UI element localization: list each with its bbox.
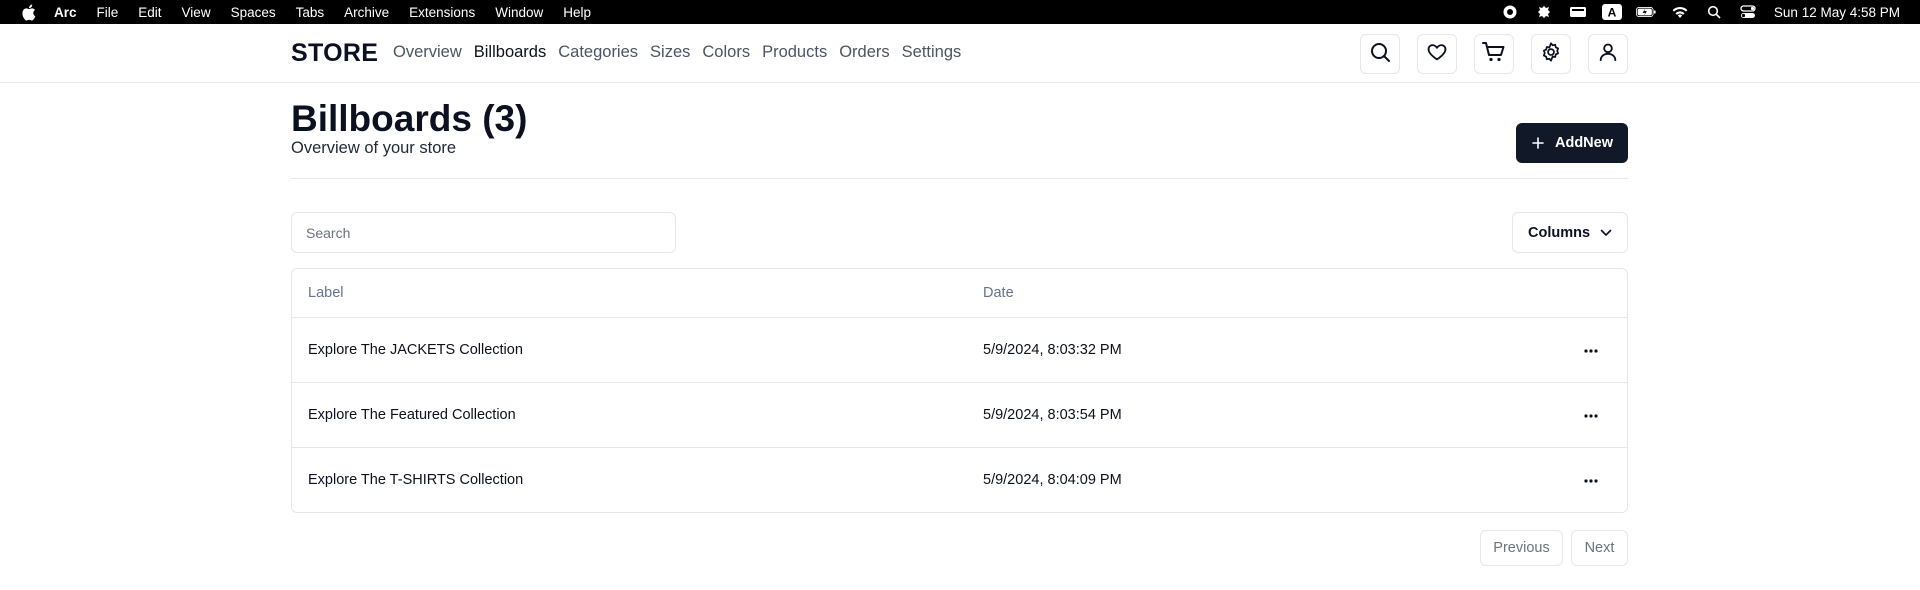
- nav-link-settings[interactable]: Settings: [902, 43, 962, 62]
- main-nav: Overview Billboards Categories Sizes Col…: [393, 43, 973, 62]
- add-new-label: AddNew: [1555, 135, 1613, 151]
- chevron-down-icon: [1600, 229, 1612, 237]
- nav-link-billboards[interactable]: Billboards: [474, 43, 546, 62]
- store-logo[interactable]: STORE: [291, 39, 378, 68]
- columns-label: Columns: [1527, 224, 1591, 241]
- input-source-icon[interactable]: A: [1601, 4, 1622, 20]
- cell-date: 5/9/2024, 8:03:54 PM: [983, 407, 1122, 423]
- table-row: Explore The T-SHIRTS Collection 5/9/2024…: [292, 448, 1627, 512]
- cell-date: 5/9/2024, 8:04:09 PM: [983, 472, 1122, 488]
- page-title: Billboards (3): [291, 98, 528, 139]
- next-page-button[interactable]: Next: [1571, 530, 1628, 566]
- nav-link-products[interactable]: Products: [762, 43, 827, 62]
- nav-link-categories[interactable]: Categories: [558, 43, 638, 62]
- table-row: Explore The Featured Collection 5/9/2024…: [292, 383, 1627, 448]
- menu-spaces[interactable]: Spaces: [231, 5, 276, 20]
- input-source-label: A: [1608, 6, 1617, 20]
- cell-label: Explore The Featured Collection: [308, 407, 516, 423]
- menu-archive[interactable]: Archive: [344, 5, 389, 20]
- column-header-date[interactable]: Date: [983, 285, 1014, 301]
- store-navbar: STORE Overview Billboards Categories Siz…: [0, 24, 1920, 83]
- apple-icon[interactable]: [19, 3, 37, 21]
- nav-link-colors[interactable]: Colors: [702, 43, 750, 62]
- cell-label: Explore The JACKETS Collection: [308, 342, 523, 358]
- column-header-label[interactable]: Label: [308, 285, 343, 301]
- settings-button[interactable]: [1531, 34, 1571, 74]
- cell-date: 5/9/2024, 8:03:32 PM: [983, 342, 1122, 358]
- menubar-clock[interactable]: Sun 12 May 4:58 PM: [1774, 5, 1900, 20]
- row-actions-menu-icon[interactable]: [1577, 402, 1605, 430]
- menu-tabs[interactable]: Tabs: [296, 5, 325, 20]
- battery-icon[interactable]: [1635, 4, 1656, 20]
- cell-label: Explore The T-SHIRTS Collection: [308, 472, 524, 488]
- search-icon: [1369, 41, 1391, 68]
- menu-extensions[interactable]: Extensions: [409, 5, 475, 20]
- page-subtitle: Overview of your store: [291, 139, 457, 157]
- nav-link-overview[interactable]: Overview: [393, 43, 462, 62]
- search-input[interactable]: [291, 212, 676, 253]
- menu-app-name[interactable]: Arc: [54, 5, 77, 20]
- nav-link-sizes[interactable]: Sizes: [650, 43, 690, 62]
- heading-divider: [291, 178, 1628, 179]
- display-icon[interactable]: [1568, 4, 1588, 20]
- heart-icon: [1426, 41, 1448, 68]
- plus-icon: [1531, 136, 1545, 150]
- previous-page-button[interactable]: Previous: [1480, 530, 1563, 566]
- nav-actions: [1343, 34, 1628, 74]
- menu-view[interactable]: View: [182, 5, 211, 20]
- table-row: Explore The JACKETS Collection 5/9/2024,…: [292, 318, 1627, 383]
- table-header: Label Date: [292, 269, 1627, 318]
- system-menu-bar: Arc File Edit View Spaces Tabs Archive E…: [0, 0, 1920, 24]
- control-center-icon[interactable]: [1738, 4, 1758, 20]
- cart-button[interactable]: [1474, 34, 1514, 74]
- account-button[interactable]: [1588, 34, 1628, 74]
- menu-edit[interactable]: Edit: [138, 5, 161, 20]
- wishlist-button[interactable]: [1417, 34, 1457, 74]
- row-actions-menu-icon[interactable]: [1577, 337, 1605, 365]
- menu-help[interactable]: Help: [563, 5, 591, 20]
- spotlight-search-icon[interactable]: [1704, 4, 1724, 20]
- page-heading: Billboards (3) Overview of your store: [291, 97, 527, 158]
- columns-dropdown-button[interactable]: Columns: [1512, 212, 1628, 253]
- nav-link-orders[interactable]: Orders: [839, 43, 889, 62]
- menu-file[interactable]: File: [97, 5, 119, 20]
- search-button[interactable]: [1360, 34, 1400, 74]
- add-new-button[interactable]: AddNew: [1516, 123, 1628, 163]
- row-actions-menu-icon[interactable]: [1577, 467, 1605, 495]
- wifi-icon[interactable]: [1670, 4, 1690, 20]
- user-icon: [1597, 41, 1619, 68]
- menu-window[interactable]: Window: [495, 5, 543, 20]
- billboards-table: Label Date Explore The JACKETS Collectio…: [291, 268, 1628, 513]
- gear-icon: [1540, 41, 1562, 68]
- cart-icon: [1482, 41, 1506, 68]
- record-icon[interactable]: [1500, 4, 1520, 20]
- bug-icon[interactable]: [1534, 4, 1554, 20]
